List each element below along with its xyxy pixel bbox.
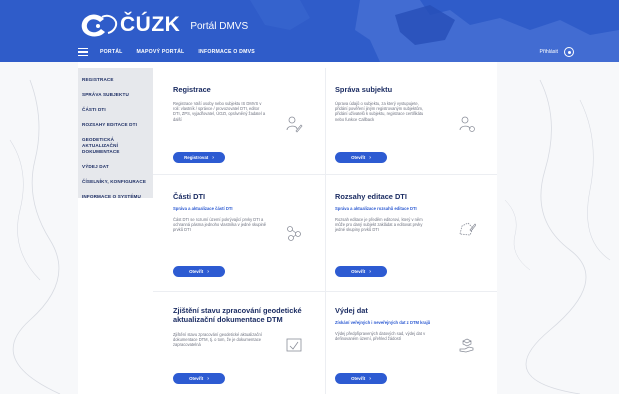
hand-data-icon bbox=[459, 338, 474, 353]
sprava-otevrit-button[interactable]: Otevřít › bbox=[335, 152, 387, 163]
card-title: Registrace bbox=[173, 85, 211, 94]
chevron-right-icon: › bbox=[369, 375, 371, 382]
button-label: Otevřít bbox=[189, 269, 204, 274]
cuzk-emblem-icon bbox=[81, 14, 118, 37]
area-edit-icon bbox=[459, 222, 476, 236]
nav-item-mapovy-portal[interactable]: MAPOVÝ PORTÁL bbox=[137, 49, 185, 55]
sidebar-item-sprava-subjektu[interactable]: SPRÁVA SUBJEKTU bbox=[78, 87, 153, 102]
zjisteni-otevrit-button[interactable]: Otevřít › bbox=[173, 373, 225, 384]
sidebar: REGISTRACE SPRÁVA SUBJEKTU ČÁSTI DTI ROZ… bbox=[78, 68, 153, 199]
network-icon bbox=[287, 226, 301, 241]
nav-item-portal[interactable]: PORTÁL bbox=[100, 49, 123, 55]
button-label: Otevřít bbox=[351, 269, 366, 274]
chevron-right-icon: › bbox=[369, 154, 371, 161]
logo[interactable]: ČÚZK Portál DMVS bbox=[78, 11, 248, 39]
card-title: Rozsahy editace DTI bbox=[335, 192, 407, 201]
card-title: Výdej dat bbox=[335, 306, 368, 315]
user-settings-icon bbox=[459, 116, 475, 132]
row-divider bbox=[153, 174, 497, 175]
user-icon bbox=[564, 47, 574, 57]
casti-otevrit-button[interactable]: Otevřít › bbox=[173, 266, 225, 277]
chevron-right-icon: › bbox=[212, 154, 214, 161]
card-description: Část DTI se rozumí území pokrývající prv… bbox=[173, 217, 267, 233]
sidebar-item-rozsahy-editace[interactable]: ROZSAHY EDITACE DTI bbox=[78, 117, 153, 132]
sidebar-item-geodeticka-dokumentace[interactable]: GEODETICKÁ AKTUALIZAČNÍ DOKUMENTACE bbox=[78, 132, 138, 159]
top-nav: PORTÁL MAPOVÝ PORTÁL INFORMACE O DMVS Př… bbox=[78, 42, 619, 62]
card-title: Části DTI bbox=[173, 192, 206, 201]
column-divider bbox=[325, 68, 326, 394]
card-description: Zjištění stavu zpracování geodetické akt… bbox=[173, 332, 262, 348]
chevron-right-icon: › bbox=[207, 268, 209, 275]
sidebar-item-vydej-dat[interactable]: VÝDEJ DAT bbox=[78, 159, 153, 174]
login-label: Přihlásit bbox=[539, 49, 558, 55]
header: ČÚZK Portál DMVS PORTÁL MAPOVÝ PORTÁL IN… bbox=[0, 0, 619, 62]
document-check-icon bbox=[286, 338, 302, 352]
button-label: Otevřít bbox=[351, 155, 366, 160]
card-subtitle: Správa a aktualizace rozsahů editace DTI bbox=[335, 206, 417, 211]
card-title: Správa subjektu bbox=[335, 85, 393, 94]
button-label: Otevřít bbox=[351, 376, 366, 381]
login-button[interactable]: Přihlásit bbox=[540, 47, 574, 57]
card-subtitle: Získání veřejných i neveřejných dat z DT… bbox=[335, 320, 431, 325]
card-description: Úprava údajů o subjektu, za který vystup… bbox=[335, 101, 424, 122]
user-edit-icon bbox=[286, 116, 303, 133]
button-label: Registrovat bbox=[184, 155, 209, 160]
button-label: Otevřít bbox=[189, 376, 204, 381]
sidebar-item-ciselniky[interactable]: ČÍSELNÍKY, KONFIGURACE bbox=[78, 174, 153, 189]
sidebar-item-casti-dti[interactable]: ČÁSTI DTI bbox=[78, 102, 153, 117]
chevron-right-icon: › bbox=[207, 375, 209, 382]
logo-text: ČÚZK bbox=[120, 13, 181, 36]
card-description: Rozsah editace je předěm editorovi, kter… bbox=[335, 217, 423, 233]
card-description: Výdej předpřipravených datových sad, výd… bbox=[335, 331, 426, 342]
menu-icon[interactable] bbox=[78, 48, 88, 56]
rozsahy-otevrit-button[interactable]: Otevřít › bbox=[335, 266, 387, 277]
registrovat-button[interactable]: Registrovat › bbox=[173, 152, 225, 163]
portal-title: Portál DMVS bbox=[190, 20, 249, 32]
row-divider bbox=[153, 291, 497, 292]
card-description: Registrace Vaší osoby nebo subjektu IS D… bbox=[173, 101, 266, 122]
main-content: Registrace Registrace Vaší osoby nebo su… bbox=[153, 68, 497, 394]
vydej-otevrit-button[interactable]: Otevřít › bbox=[335, 373, 387, 384]
card-subtitle: Správa a aktualizace částí DTI bbox=[173, 206, 233, 211]
chevron-right-icon: › bbox=[369, 268, 371, 275]
sidebar-item-registrace[interactable]: REGISTRACE bbox=[78, 72, 153, 87]
nav-item-informace[interactable]: INFORMACE O DMVS bbox=[198, 49, 255, 55]
sidebar-item-informace-o-systemu[interactable]: INFORMACE O SYSTÉMU bbox=[78, 189, 153, 204]
card-title: Zjištění stavu zpracování geodetické akt… bbox=[173, 306, 302, 324]
